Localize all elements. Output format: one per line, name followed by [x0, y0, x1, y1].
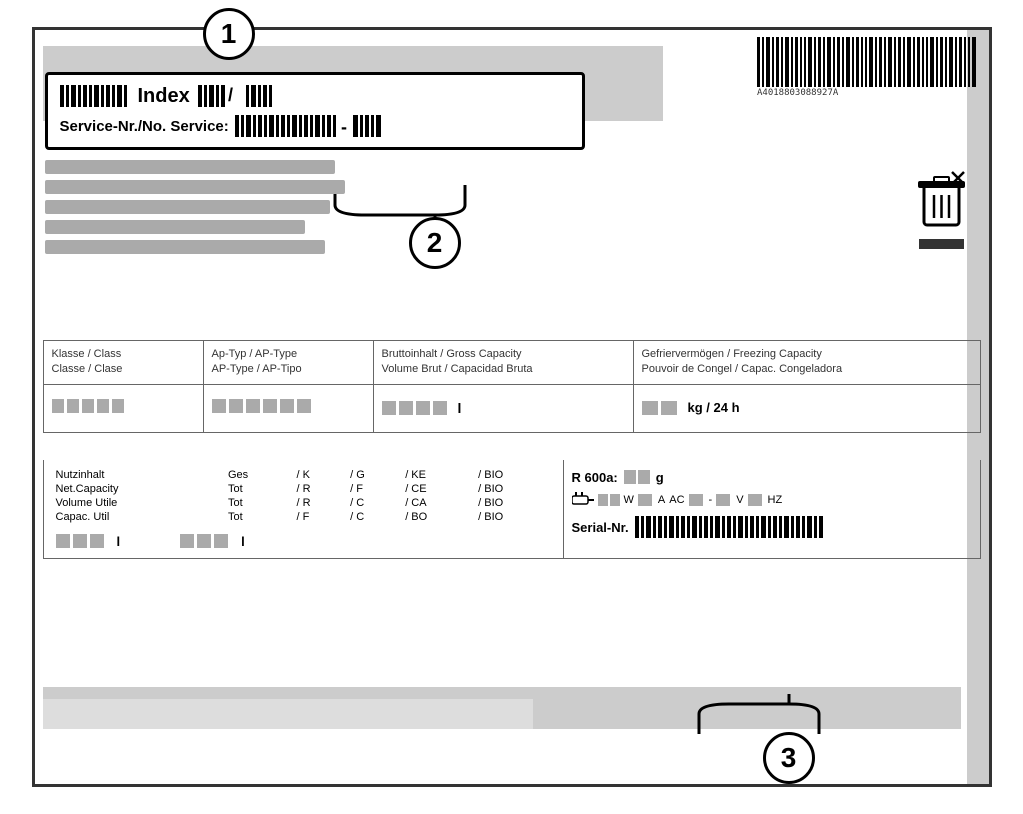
weee-bar: [919, 239, 964, 249]
circle-3: 3: [763, 732, 815, 784]
net-cell-ce: / CE: [401, 482, 474, 496]
barcode-svg: bars: [757, 37, 977, 95]
liter-val-2: l: [180, 532, 245, 550]
barcode-left-inline: [60, 83, 130, 109]
net-cell-tot3: Tot: [224, 510, 292, 524]
liter-values-row: l l: [52, 532, 555, 550]
text-line-4: [45, 220, 305, 234]
power-line: W A AC - V: [572, 492, 972, 508]
net-cell-tot2: Tot: [224, 496, 292, 510]
serial-barcode: [635, 514, 825, 540]
net-cell-bo: / BO: [401, 510, 474, 524]
net-inner: Nutzinhalt Ges / K / G / KE / BIO Net.Ca…: [44, 460, 980, 558]
net-cell-c2: / C: [346, 510, 401, 524]
class-header: Klasse / Class Classe / Clase: [52, 347, 195, 378]
main-barcode-area: bars: [757, 40, 977, 95]
net-row-2: Net.Capacity Tot / R / F / CE / BIO: [52, 482, 555, 496]
specs-table: Klasse / Class Classe / Clase Ap-Typ / A…: [43, 340, 981, 433]
brutto-header: Bruttoinhalt / Gross Capacity Volume Bru…: [382, 347, 625, 378]
net-cell-volutile: Volume Utile: [52, 496, 225, 510]
circle-1: 1: [203, 8, 255, 60]
barcode-index-right: /: [198, 83, 288, 109]
gefrier-value-cell: kg / 24 h: [634, 385, 980, 432]
net-row-4: Capac. Util Tot / F / C / BO / BIO: [52, 510, 555, 524]
gefrier-value-bars: [642, 397, 682, 419]
weee-svg: [914, 170, 969, 235]
service-line2: Service-Nr./No. Service:: [60, 113, 570, 139]
net-cell-capacutil: Capac. Util: [52, 510, 225, 524]
net-cell-k: / K: [292, 468, 346, 482]
weee-icon-area: [914, 170, 969, 249]
brutto-header-cell: Bruttoinhalt / Gross Capacity Volume Bru…: [374, 341, 634, 384]
brace-3-area: 3: [659, 694, 919, 784]
net-cell-ges: Ges: [224, 468, 292, 482]
text-line-3: [45, 200, 330, 214]
text-lines-area: [45, 160, 355, 260]
net-left: Nutzinhalt Ges / K / G / KE / BIO Net.Ca…: [44, 460, 564, 558]
aptype-header-cell: Ap-Typ / AP-Type AP-Type / AP-Tipo: [204, 341, 374, 384]
net-row-3: Volume Utile Tot / R / C / CA / BIO: [52, 496, 555, 510]
text-line-2: [45, 180, 345, 194]
text-line-5: [45, 240, 325, 254]
aptype-header: Ap-Typ / AP-Type AP-Type / AP-Tipo: [212, 347, 365, 378]
class-header-cell: Klasse / Class Classe / Clase: [44, 341, 204, 384]
specs-header-row: Klasse / Class Classe / Clase Ap-Typ / A…: [44, 341, 980, 385]
net-cell-bio3: / BIO: [474, 496, 554, 510]
bottom-bar-inner: [43, 699, 533, 729]
net-cell-nutzinhalt: Nutzinhalt: [52, 468, 225, 482]
serial-line: Serial-Nr.: [572, 514, 972, 540]
brutto-value-cell: l: [374, 385, 634, 432]
brutto-value-bars: [382, 397, 452, 419]
service-line1: Index /: [60, 83, 570, 109]
net-cell-ca: / CA: [401, 496, 474, 510]
net-cell-bio4: / BIO: [474, 510, 554, 524]
power-val-a-bars: [638, 492, 654, 508]
svg-text:/: /: [228, 85, 233, 105]
power-val-w-bars: [598, 492, 620, 508]
top-area: bars: [35, 30, 989, 150]
net-section: Nutzinhalt Ges / K / G / KE / BIO Net.Ca…: [43, 460, 981, 559]
net-cell-r1: / R: [292, 482, 346, 496]
service-box: Index / Service-Nr./No. Service: [45, 72, 585, 150]
gefrier-header: Gefriervermögen / Freezing Capacity Pouv…: [642, 347, 972, 378]
net-table: Nutzinhalt Ges / K / G / KE / BIO Net.Ca…: [52, 468, 555, 524]
net-cell-f2: / F: [292, 510, 346, 524]
text-line-1: [45, 160, 335, 174]
gefrier-header-cell: Gefriervermögen / Freezing Capacity Pouv…: [634, 341, 980, 384]
power-val-hz-bars: [748, 492, 764, 508]
liter-val-1: l: [56, 532, 121, 550]
net-cell-f: / F: [346, 482, 401, 496]
svg-text:-: -: [341, 117, 347, 137]
service-barcode: -: [235, 113, 435, 139]
svg-text:A4018803088927A: A4018803088927A: [757, 88, 839, 95]
power-val-v2-bars: [716, 492, 732, 508]
product-label: bars: [32, 27, 992, 787]
r600a-line: R 600a: g: [572, 468, 972, 486]
power-val-v1-bars: [689, 492, 705, 508]
net-cell-r2: / R: [292, 496, 346, 510]
net-cell-tot1: Tot: [224, 482, 292, 496]
aptype-value-cell: [204, 385, 374, 432]
net-right: R 600a: g: [564, 460, 980, 558]
class-value-bars: [52, 395, 142, 417]
net-cell-netcap: Net.Capacity: [52, 482, 225, 496]
net-cell-c1: / C: [346, 496, 401, 510]
main-barcode: bars: [757, 40, 977, 95]
net-cell-ke: / KE: [401, 468, 474, 482]
net-cell-g: / G: [346, 468, 401, 482]
specs-value-row: l kg / 24 h: [44, 385, 980, 432]
net-cell-bio2: / BIO: [474, 482, 554, 496]
liter-bars-2: [180, 532, 235, 550]
net-cell-bio1: / BIO: [474, 468, 554, 482]
brace-3-svg: [659, 694, 919, 734]
r600a-value-bars: [624, 468, 652, 486]
class-value-cell: [44, 385, 204, 432]
liter-bars-1: [56, 532, 111, 550]
net-row-1: Nutzinhalt Ges / K / G / KE / BIO: [52, 468, 555, 482]
aptype-value-bars: [212, 395, 322, 417]
circle-2: 2: [409, 217, 461, 269]
plug-icon: [572, 492, 594, 508]
